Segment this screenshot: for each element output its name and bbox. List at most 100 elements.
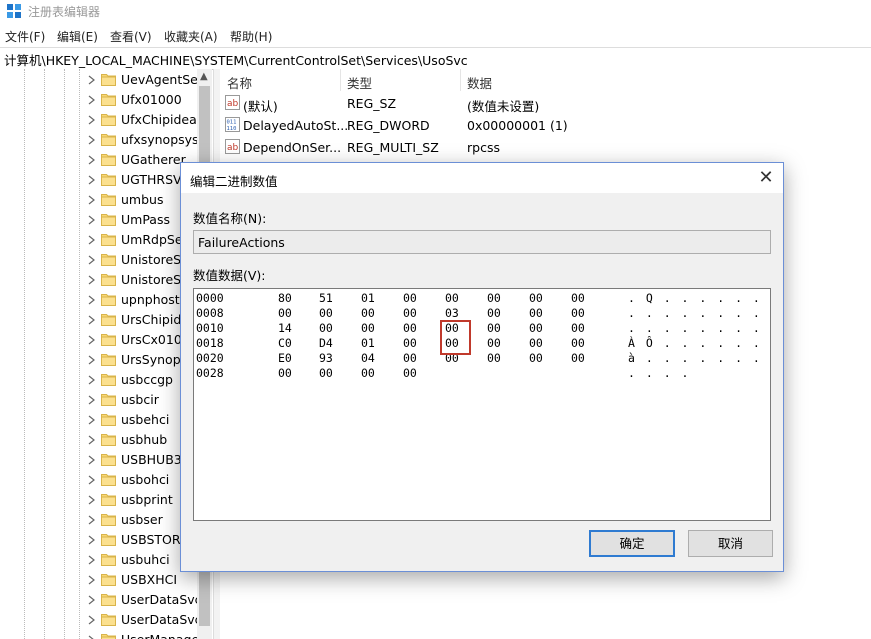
hex-byte[interactable]: 00	[403, 336, 417, 350]
hex-byte[interactable]: 01	[361, 291, 375, 305]
hex-editor[interactable]: 0000 80 51 01 00 00 00 00 00. Q . . . . . . 0008 0…	[193, 288, 771, 521]
tree-item[interactable]: USBHUB3	[0, 450, 200, 470]
tree-item[interactable]: UrsChipide	[0, 310, 200, 330]
chevron-right-icon[interactable]	[88, 475, 96, 485]
list-row[interactable]: ab (默认) REG_SZ (数值未设置)	[220, 93, 871, 114]
hex-byte[interactable]: 00	[403, 291, 417, 305]
hex-row[interactable]: 0000 80 51 01 00 00 00 00 00. Q . . . . . .	[194, 291, 764, 306]
hex-byte[interactable]: 00	[319, 321, 333, 335]
chevron-right-icon[interactable]	[88, 235, 96, 245]
hex-byte[interactable]: 00	[487, 351, 501, 365]
column-header-data[interactable]: 数据	[467, 73, 492, 92]
close-icon[interactable]: ✕	[753, 165, 779, 191]
chevron-right-icon[interactable]	[88, 555, 96, 565]
hex-ascii[interactable]: À Ô . . . . . .	[628, 336, 762, 350]
chevron-right-icon[interactable]	[88, 175, 96, 185]
hex-byte[interactable]: 00	[571, 306, 585, 320]
column-header-name[interactable]: 名称	[227, 73, 252, 92]
list-row[interactable]: 011 110 DelayedAutoSt... REG_DWORD 0x000…	[220, 115, 871, 136]
tree-item[interactable]: usbccgp	[0, 370, 200, 390]
hex-byte[interactable]: 04	[361, 351, 375, 365]
tree-item[interactable]: UserDataSvc	[0, 590, 202, 610]
hex-byte[interactable]: 00	[487, 321, 501, 335]
chevron-right-icon[interactable]	[88, 595, 96, 605]
tree-item[interactable]: UGTHRSVC	[0, 170, 200, 190]
tree-item[interactable]: usbprint	[0, 490, 200, 510]
hex-byte[interactable]: C0	[278, 336, 292, 350]
chevron-right-icon[interactable]	[88, 215, 96, 225]
chevron-right-icon[interactable]	[88, 615, 96, 625]
hex-byte[interactable]: 00	[571, 291, 585, 305]
address-bar[interactable]: 计算机\HKEY_LOCAL_MACHINE\SYSTEM\CurrentCon…	[0, 47, 871, 70]
hex-byte[interactable]: 00	[487, 291, 501, 305]
tree-item[interactable]: usbuhci	[0, 550, 200, 570]
tree-item[interactable]: usbcir	[0, 390, 200, 410]
tree-item[interactable]: USBXHCI	[0, 570, 200, 590]
menu-favorites[interactable]: 收藏夹(A)	[164, 28, 218, 45]
hex-byte[interactable]: D4	[319, 336, 333, 350]
hex-ascii[interactable]: . . . . . . . .	[628, 306, 762, 320]
hex-byte[interactable]: E0	[278, 351, 292, 365]
tree-item[interactable]: upnphost	[0, 290, 200, 310]
tree-item[interactable]: ufxsynopsys	[0, 130, 200, 150]
hex-byte[interactable]: 00	[529, 321, 543, 335]
chevron-right-icon[interactable]	[88, 115, 96, 125]
chevron-right-icon[interactable]	[88, 395, 96, 405]
hex-ascii[interactable]: . . . .	[628, 366, 690, 380]
menu-help[interactable]: 帮助(H)	[230, 28, 272, 45]
chevron-right-icon[interactable]	[88, 455, 96, 465]
menu-file[interactable]: 文件(F)	[5, 28, 45, 45]
column-header-type[interactable]: 类型	[347, 73, 372, 92]
tree-item[interactable]: UmRdpSer	[0, 230, 200, 250]
hex-byte[interactable]: 00	[529, 306, 543, 320]
chevron-right-icon[interactable]	[88, 275, 96, 285]
chevron-right-icon[interactable]	[88, 95, 96, 105]
hex-byte[interactable]: 00	[319, 366, 333, 380]
hex-row[interactable]: 0010 14 00 00 00 00 00 00 00. . . . . . . .	[194, 321, 764, 336]
hex-byte[interactable]: 00	[403, 306, 417, 320]
ok-button[interactable]: 确定	[589, 530, 675, 557]
address-path[interactable]: 计算机\HKEY_LOCAL_MACHINE\SYSTEM\CurrentCon…	[4, 50, 468, 69]
chevron-right-icon[interactable]	[88, 415, 96, 425]
hex-byte[interactable]: 00	[571, 336, 585, 350]
hex-row[interactable]: 0018 C0 D4 01 00 00 00 00 00 À Ô . . . . . .	[194, 336, 764, 351]
hex-byte[interactable]: 00	[529, 336, 543, 350]
hex-byte[interactable]: 03	[445, 306, 459, 320]
hex-ascii[interactable]: . Q . . . . . .	[628, 291, 762, 305]
hex-byte[interactable]: 51	[319, 291, 333, 305]
hex-byte[interactable]: 00	[278, 366, 292, 380]
hex-byte[interactable]: 00	[361, 306, 375, 320]
tree-item[interactable]: UserDataSvc	[0, 610, 202, 630]
tree-item[interactable]: UmPass	[0, 210, 200, 230]
hex-byte[interactable]: 00	[487, 336, 501, 350]
menu-edit[interactable]: 编辑(E)	[57, 28, 98, 45]
chevron-right-icon[interactable]	[88, 155, 96, 165]
hex-byte[interactable]: 93	[319, 351, 333, 365]
hex-byte[interactable]: 00	[403, 366, 417, 380]
tree-item[interactable]: UfxChipidea	[0, 110, 200, 130]
hex-row[interactable]: 0020 E0 93 04 00 00 00 00 00 à . . . . . . .	[194, 351, 764, 366]
menu-view[interactable]: 查看(V)	[110, 28, 152, 45]
chevron-right-icon[interactable]	[88, 575, 96, 585]
chevron-right-icon[interactable]	[88, 255, 96, 265]
hex-byte[interactable]: 00	[403, 321, 417, 335]
hex-byte[interactable]: 01	[361, 336, 375, 350]
tree-item[interactable]: UserManage	[0, 630, 200, 639]
tree-item[interactable]: usbehci	[0, 410, 200, 430]
cancel-button[interactable]: 取消	[688, 530, 773, 557]
hex-ascii[interactable]: . . . . . . . .	[628, 321, 762, 335]
hex-byte[interactable]: 00	[445, 291, 459, 305]
hex-byte[interactable]: 80	[278, 291, 292, 305]
scroll-up-arrow-icon[interactable]: ▲	[200, 71, 208, 82]
tree-item[interactable]: usbser	[0, 510, 200, 530]
chevron-right-icon[interactable]	[88, 535, 96, 545]
chevron-right-icon[interactable]	[88, 315, 96, 325]
chevron-right-icon[interactable]	[88, 195, 96, 205]
hex-byte[interactable]: 00	[278, 306, 292, 320]
tree-item[interactable]: UnistoreSv	[0, 250, 200, 270]
tree-item[interactable]: usbhub	[0, 430, 200, 450]
tree-item[interactable]: UevAgentSer	[0, 70, 203, 90]
tree-item[interactable]: umbus	[0, 190, 200, 210]
hex-ascii[interactable]: à . . . . . . .	[628, 351, 762, 365]
hex-byte[interactable]: 00	[571, 351, 585, 365]
